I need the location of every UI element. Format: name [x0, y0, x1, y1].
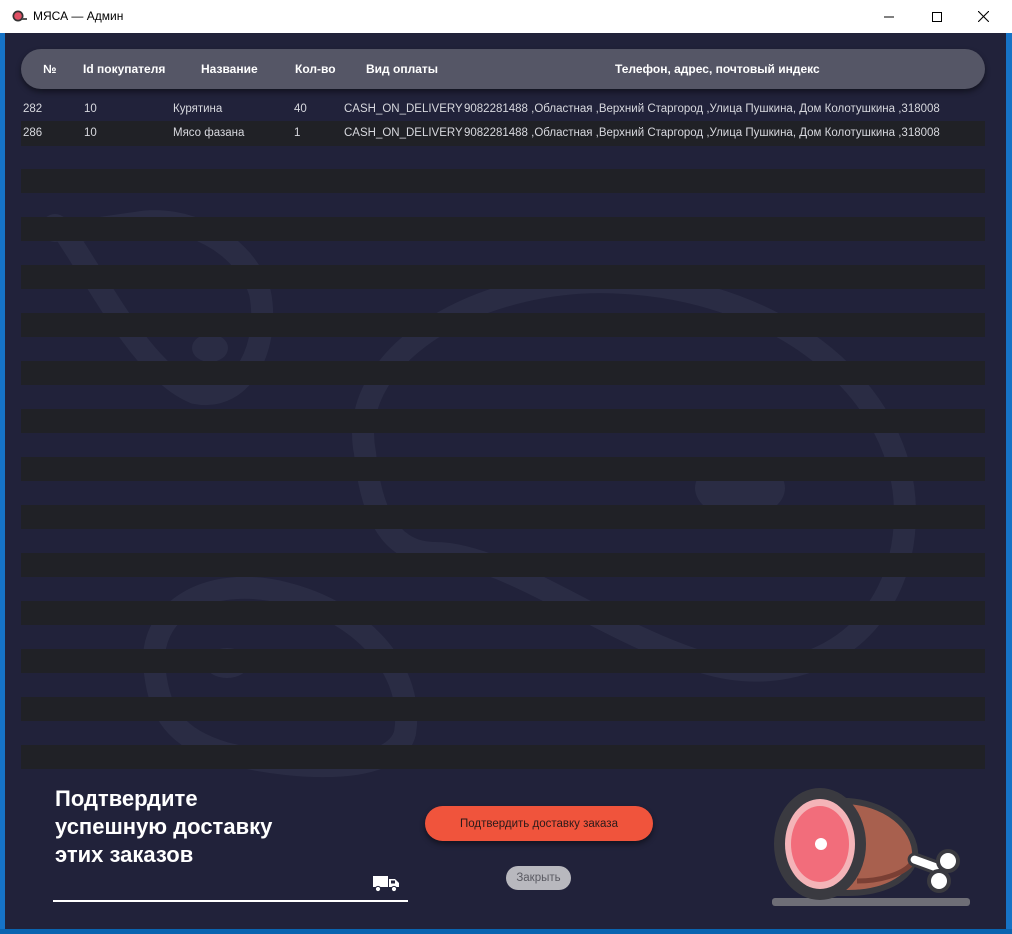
cell-order-number: 282	[23, 103, 43, 115]
title-bar[interactable]: МЯСА — Админ	[0, 0, 1012, 34]
column-header-quantity[interactable]: Кол-во	[295, 62, 336, 76]
maximize-button[interactable]	[914, 0, 960, 33]
cell-customer-id: 10	[84, 103, 97, 115]
cell-product-name: Курятина	[173, 103, 223, 115]
column-header-payment-type[interactable]: Вид оплаты	[366, 62, 438, 76]
table-row[interactable]: 282 10 Курятина 40 CASH_ON_DELIVERY 9082…	[21, 98, 985, 122]
table-body-background	[21, 97, 985, 781]
maximize-icon	[932, 11, 942, 22]
cell-contact: 9082281488 ,Областная ,Верхний Старгород…	[464, 127, 940, 139]
admin-panel: № Id покупателя Название Кол-во Вид опла…	[5, 33, 1006, 929]
prompt-line: Подтвердите	[55, 786, 198, 811]
cell-product-name: Мясо фазана	[173, 127, 245, 139]
prompt-underline	[53, 900, 408, 902]
confirm-delivery-button[interactable]: Подтвердить доставку заказа	[425, 806, 653, 841]
window-title: МЯСА — Админ	[33, 9, 124, 23]
close-window-button[interactable]	[960, 0, 1006, 33]
orders-table-header: № Id покупателя Название Кол-во Вид опла…	[21, 49, 985, 89]
column-header-customer-id[interactable]: Id покупателя	[83, 62, 165, 76]
minimize-icon	[884, 16, 894, 17]
app-meat-icon	[12, 10, 27, 22]
app-window: МЯСА — Админ № Id покупателя Название Ко…	[0, 0, 1012, 934]
close-button[interactable]: Закрыть	[506, 866, 571, 890]
window-frame-right	[1006, 33, 1012, 929]
cell-payment-type: CASH_ON_DELIVERY	[344, 127, 463, 139]
confirm-delivery-prompt: Подтвердите успешную доставку этих заказ…	[55, 785, 375, 869]
cell-order-number: 286	[23, 127, 43, 139]
cell-quantity: 40	[294, 103, 307, 115]
prompt-line: успешную доставку	[55, 814, 273, 839]
minimize-button[interactable]	[866, 0, 912, 33]
column-header-number[interactable]: №	[43, 62, 56, 76]
column-header-contact[interactable]: Телефон, адрес, почтовый индекс	[615, 62, 820, 76]
cell-payment-type: CASH_ON_DELIVERY	[344, 103, 463, 115]
prompt-line: этих заказов	[55, 842, 194, 867]
table-row[interactable]: 286 10 Мясо фазана 1 CASH_ON_DELIVERY 90…	[21, 122, 985, 146]
cell-customer-id: 10	[84, 127, 97, 139]
meat-leg-icon	[772, 788, 970, 906]
truck-icon	[373, 876, 399, 893]
close-icon	[977, 11, 989, 22]
column-header-product-name[interactable]: Название	[201, 62, 258, 76]
window-frame-bottom	[0, 929, 1012, 934]
cell-contact: 9082281488 ,Областная ,Верхний Старгород…	[464, 103, 940, 115]
cell-quantity: 1	[294, 127, 301, 139]
